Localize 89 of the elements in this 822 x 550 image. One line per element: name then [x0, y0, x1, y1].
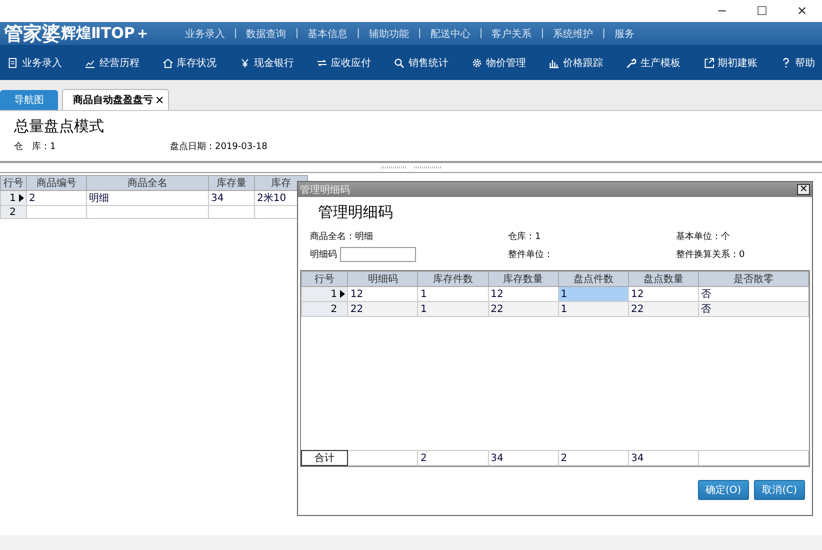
column-header[interactable]: 商品全名: [86, 176, 208, 190]
toolbar-button[interactable]: 业务录入: [4, 54, 65, 72]
field-label: 明细码: [310, 248, 337, 261]
row-number: 1: [0, 190, 26, 206]
total-cell: 2: [558, 450, 628, 466]
toolbar-button[interactable]: 应收应付: [313, 54, 374, 72]
total-label: 合计: [302, 450, 348, 466]
info-label: 基本单位：个: [676, 230, 731, 243]
column-header[interactable]: 库存数量: [488, 272, 558, 286]
total-cell: 34: [488, 450, 558, 466]
toolbar-button[interactable]: 期初建账: [700, 54, 761, 72]
total-cell: [348, 450, 418, 466]
info-label: 整件换算关系：0: [676, 248, 746, 261]
column-header[interactable]: 库存件数: [418, 272, 488, 286]
warehouse-label: 仓 库：1: [14, 140, 57, 153]
table-cell: 22: [488, 302, 558, 316]
external-link-icon: [702, 56, 715, 68]
info-label: 商品全名：明细: [310, 230, 374, 243]
row-number: 1: [302, 286, 348, 302]
menu-item[interactable]: 数据查询: [237, 26, 296, 40]
close-button[interactable]: ✕: [797, 184, 810, 195]
total-cell: 34: [628, 450, 699, 466]
app-logo: 管家婆: [3, 22, 61, 46]
menu-separator: |: [234, 28, 238, 39]
app-edition: 辉煌ⅡTOP＋: [61, 24, 150, 43]
menu-item[interactable]: 客户关系: [482, 26, 541, 40]
table-cell: [26, 206, 86, 218]
toolbar-button[interactable]: 帮助: [776, 54, 818, 72]
menu-separator: |: [356, 28, 360, 39]
toolbar-button[interactable]: 物价管理: [468, 54, 529, 72]
dialog-heading: 管理明细码: [317, 202, 394, 222]
row-number: 2: [0, 206, 26, 218]
search-icon: [393, 56, 406, 68]
table-cell: 明细: [86, 190, 208, 206]
column-header[interactable]: 行号: [0, 176, 26, 190]
table-cell: 1: [418, 302, 488, 316]
page-title: 总量盘点模式: [13, 116, 105, 136]
column-header[interactable]: 库存量: [208, 176, 254, 190]
menu-separator: |: [479, 28, 483, 39]
tab[interactable]: 商品自动盘盈盘亏 ✕: [62, 89, 170, 110]
dialog-button[interactable]: 确定(O): [698, 480, 750, 500]
gear-icon: [470, 56, 483, 68]
window-control[interactable]: ✕: [782, 4, 822, 18]
column-header[interactable]: 是否散零: [698, 272, 808, 286]
column-header[interactable]: 盘点数量: [628, 272, 699, 286]
info-label: 整件单位：: [508, 248, 554, 261]
row-number: 2: [302, 302, 348, 316]
splitter-grip-icon[interactable]: [381, 166, 441, 169]
table-cell: 34: [208, 190, 254, 206]
menu-separator: |: [540, 28, 544, 39]
toolbar-button[interactable]: 经营历程: [81, 54, 142, 72]
menu-item[interactable]: 系统维护: [544, 26, 602, 40]
dialog-button[interactable]: 取消(C): [754, 480, 805, 500]
table-cell: 2: [26, 190, 86, 206]
column-header[interactable]: 商品编号: [26, 176, 86, 190]
table-cell: 1: [558, 302, 628, 316]
table-cell: [208, 206, 254, 218]
total-cell: 2: [418, 450, 488, 466]
menu-item[interactable]: 服务: [605, 26, 644, 40]
info-label: 仓库：1: [508, 230, 542, 243]
menu-separator: |: [602, 28, 606, 39]
menu-separator: |: [418, 28, 422, 39]
wrench-icon: [625, 56, 638, 68]
window-control[interactable]: ─: [702, 4, 742, 18]
toolbar-button[interactable]: 现金银行: [236, 54, 297, 72]
menu-item[interactable]: 基本信息: [298, 26, 357, 40]
window-control[interactable]: ☐: [742, 4, 782, 18]
toolbar-button[interactable]: 库存状况: [158, 54, 220, 72]
menu-item[interactable]: 辅助功能: [360, 26, 418, 40]
table-cell: 22: [348, 302, 418, 316]
column-header[interactable]: 明细码: [348, 272, 418, 286]
menu-item[interactable]: 业务录入: [176, 26, 234, 40]
date-label: 盘点日期：2019-03-18: [170, 140, 268, 153]
toolbar-button[interactable]: 价格跟踪: [545, 54, 606, 72]
table-cell: 1: [558, 286, 628, 302]
column-header[interactable]: 盘点件数: [558, 272, 628, 286]
table-cell: 22: [628, 302, 699, 316]
table-cell: 否: [698, 302, 808, 316]
toolbar-button[interactable]: 生产模板: [622, 54, 684, 72]
document-icon: [7, 56, 19, 68]
tab[interactable]: 导航图: [0, 90, 58, 110]
swap-arrows-icon: [316, 56, 328, 68]
menu-separator: |: [295, 28, 299, 39]
menu-item[interactable]: 配送中心: [421, 26, 480, 40]
input-field[interactable]: [340, 247, 416, 262]
column-header[interactable]: 行号: [302, 272, 348, 286]
close-icon[interactable]: ✕: [155, 94, 164, 106]
house-icon: [162, 56, 174, 68]
toolbar-button[interactable]: 销售统计: [390, 54, 452, 72]
